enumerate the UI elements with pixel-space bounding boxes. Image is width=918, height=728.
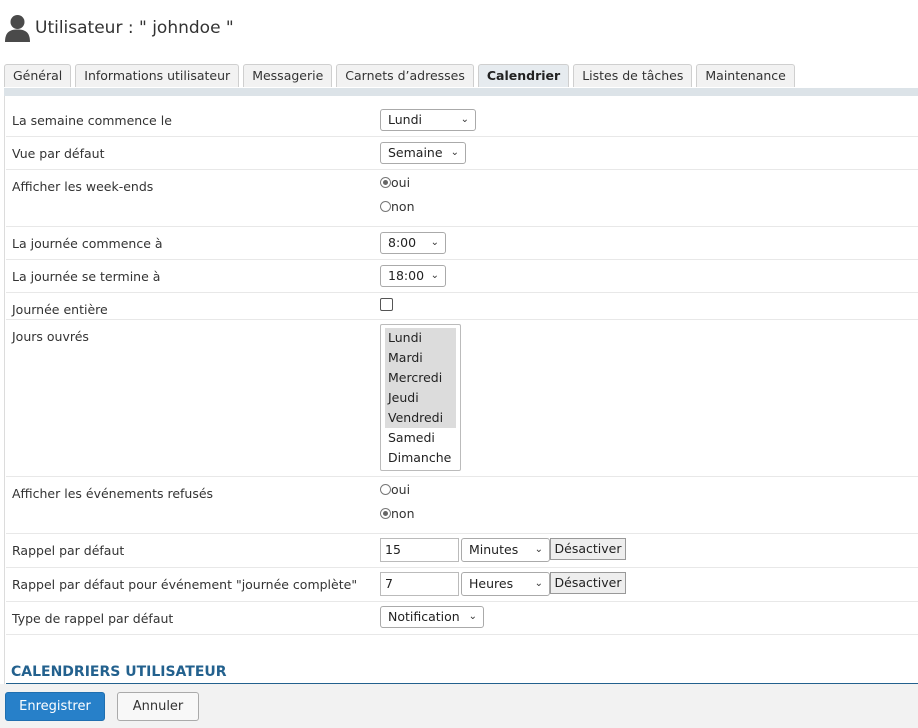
day-end-select[interactable]: 18:00 ⌄ <box>380 265 446 287</box>
show-declined-no-radio[interactable]: non <box>380 505 415 521</box>
show-weekends-no-radio[interactable]: non <box>380 198 415 214</box>
default-reminder-unit-select[interactable]: Minutes ⌄ <box>461 538 550 562</box>
allday-reminder-unit-select[interactable]: Heures ⌄ <box>461 572 550 596</box>
user-calendars-section-title: CALENDRIERS UTILISATEUR <box>11 664 227 680</box>
default-reminder-input[interactable]: 15 <box>380 538 459 562</box>
chevron-down-icon: ⌄ <box>534 544 543 555</box>
row-divider <box>6 169 918 170</box>
row-divider <box>6 567 918 568</box>
reminder-type-value: Notification <box>388 609 460 624</box>
show-weekends-label: Afficher les week-ends <box>12 179 154 194</box>
day-end-label: La journée se termine à <box>12 269 161 284</box>
row-divider <box>6 533 918 534</box>
working-days-label: Jours ouvrés <box>12 329 89 344</box>
default-view-label: Vue par défaut <box>12 146 105 161</box>
tab-underline <box>4 88 918 96</box>
save-button[interactable]: Enregistrer <box>5 692 105 721</box>
all-day-checkbox[interactable] <box>380 298 393 311</box>
tab-general[interactable]: Général <box>4 64 72 87</box>
tab-task-lists[interactable]: Listes de tâches <box>573 64 693 87</box>
day-end-value: 18:00 <box>388 268 425 283</box>
show-declined-no-label: non <box>391 505 415 521</box>
default-reminder-disable-button[interactable]: Désactiver <box>550 538 626 560</box>
chevron-down-icon: ⌄ <box>450 147 459 158</box>
chevron-down-icon: ⌄ <box>430 270 439 281</box>
row-divider <box>6 259 918 260</box>
default-view-value: Semaine <box>388 145 443 160</box>
chevron-down-icon: ⌄ <box>430 237 439 248</box>
radio-selected-icon <box>380 176 391 188</box>
page-header: Utilisateur : " johndoe " <box>4 10 234 46</box>
default-view-select[interactable]: Semaine ⌄ <box>380 142 466 164</box>
chevron-down-icon: ⌄ <box>460 114 469 125</box>
all-day-label: Journée entière <box>12 302 108 317</box>
allday-reminder-unit-value: Heures <box>469 576 514 591</box>
chevron-down-icon: ⌄ <box>468 611 477 622</box>
user-icon <box>5 15 30 42</box>
working-day-option[interactable]: Vendredi <box>385 408 456 428</box>
chevron-down-icon: ⌄ <box>534 578 543 589</box>
reminder-type-select[interactable]: Notification ⌄ <box>380 606 484 628</box>
day-start-value: 8:00 <box>388 235 417 250</box>
working-day-option[interactable]: Jeudi <box>385 388 456 408</box>
tab-calendar[interactable]: Calendrier <box>477 64 570 87</box>
reminder-type-label: Type de rappel par défaut <box>12 611 174 626</box>
working-day-option[interactable]: Lundi <box>385 328 456 348</box>
default-reminder-unit-value: Minutes <box>469 542 519 557</box>
allday-reminder-label: Rappel par défaut pour événement "journé… <box>12 577 358 592</box>
page-title: Utilisateur : " johndoe " <box>35 18 234 38</box>
working-day-option[interactable]: Mardi <box>385 348 456 368</box>
show-declined-yes-radio[interactable]: oui <box>380 481 410 497</box>
row-divider <box>6 136 918 137</box>
radio-selected-icon <box>380 507 391 519</box>
row-divider <box>6 634 918 635</box>
tab-bar: Général Informations utilisateur Message… <box>4 64 799 88</box>
row-divider <box>6 292 918 293</box>
radio-empty-icon <box>380 483 391 495</box>
working-day-option[interactable]: Mercredi <box>385 368 456 388</box>
tab-maintenance[interactable]: Maintenance <box>696 64 795 87</box>
week-start-label: La semaine commence le <box>12 113 172 128</box>
working-day-option[interactable]: Dimanche <box>385 448 456 468</box>
tab-user-info[interactable]: Informations utilisateur <box>75 64 240 87</box>
show-declined-yes-label: oui <box>391 481 411 497</box>
tab-messaging[interactable]: Messagerie <box>243 64 333 87</box>
day-start-label: La journée commence à <box>12 236 163 251</box>
cancel-button[interactable]: Annuler <box>117 692 199 721</box>
row-divider <box>6 319 918 320</box>
show-weekends-yes-radio[interactable]: oui <box>380 174 410 190</box>
allday-reminder-input[interactable]: 7 <box>380 572 459 596</box>
show-weekends-no-label: non <box>391 198 415 214</box>
tab-address-books[interactable]: Carnets d’adresses <box>336 64 474 87</box>
allday-reminder-disable-button[interactable]: Désactiver <box>550 572 626 594</box>
working-day-option[interactable]: Samedi <box>385 428 456 448</box>
row-divider <box>6 601 918 602</box>
show-weekends-yes-label: oui <box>391 174 411 190</box>
working-days-listbox[interactable]: Lundi Mardi Mercredi Jeudi Vendredi Same… <box>380 324 461 471</box>
day-start-select[interactable]: 8:00 ⌄ <box>380 232 446 254</box>
week-start-value: Lundi <box>388 112 422 127</box>
row-divider <box>6 226 918 227</box>
row-divider <box>6 476 918 477</box>
week-start-select[interactable]: Lundi ⌄ <box>380 109 476 131</box>
default-reminder-label: Rappel par défaut <box>12 543 125 558</box>
show-declined-label: Afficher les événements refusés <box>12 486 214 501</box>
radio-empty-icon <box>380 200 391 212</box>
